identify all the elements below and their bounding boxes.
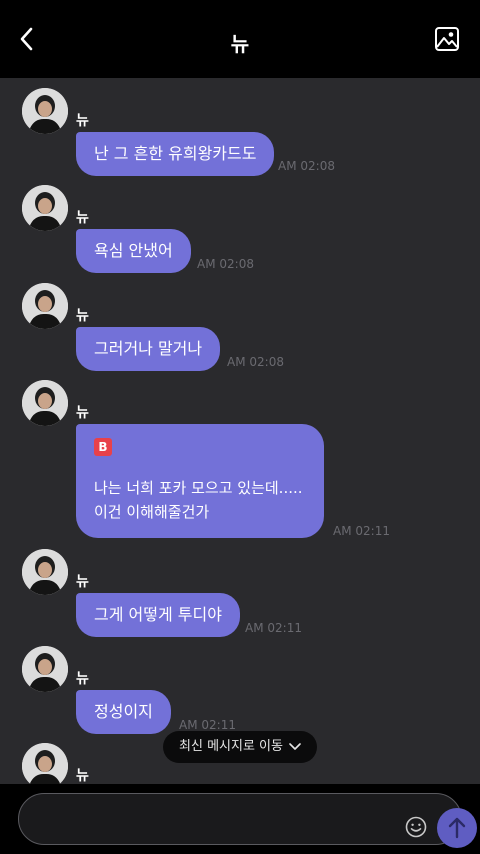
profile-photo-icon — [22, 185, 68, 231]
sender-name: 뉴 — [76, 768, 89, 784]
image-icon — [435, 27, 459, 51]
profile-photo-icon — [22, 88, 68, 134]
message-text: 욕심 안냈어 — [94, 241, 173, 260]
message-bubble[interactable]: 난 그 흔한 유희왕카드도 — [76, 132, 275, 176]
jump-to-latest-label: 최신 메시지로 이동 — [179, 739, 283, 754]
composer-box — [18, 793, 477, 848]
avatar[interactable] — [22, 380, 68, 426]
arrow-up-icon — [448, 817, 466, 839]
message-time: AM 02:11 — [179, 718, 236, 732]
message-time: AM 02:08 — [197, 257, 254, 271]
profile-photo-icon — [22, 549, 68, 595]
message-text: 정성이지 — [94, 702, 153, 721]
profile-photo-icon — [22, 283, 68, 329]
avatar[interactable] — [22, 185, 68, 231]
profile-photo-icon — [22, 646, 68, 692]
sender-name: 뉴 — [76, 113, 89, 129]
message-input[interactable] — [37, 808, 377, 832]
sender-name: 뉴 — [76, 405, 89, 421]
jump-to-latest-button[interactable]: 최신 메시지로 이동 — [163, 731, 317, 763]
avatar[interactable] — [22, 88, 68, 134]
sender-name: 뉴 — [76, 210, 89, 226]
message-bubble[interactable]: 욕심 안냈어 — [76, 229, 191, 273]
chat-screen: 뉴 뉴 난 그 흔한 유희왕카드도 AM 02:08 뉴 욕심 안냈어 AM 0… — [0, 0, 480, 854]
emoji-button[interactable] — [405, 816, 427, 838]
avatar[interactable] — [22, 549, 68, 595]
chat-title: 뉴 — [230, 32, 250, 56]
avatar[interactable] — [22, 283, 68, 329]
message-text: 난 그 흔한 유희왕카드도 — [94, 144, 257, 163]
message-bubble[interactable]: 그러거나 말거나 — [76, 327, 221, 371]
message-bubble[interactable]: 그게 어떻게 투디야 — [76, 593, 240, 637]
message-time: AM 02:08 — [278, 159, 335, 173]
gallery-button[interactable] — [434, 26, 460, 52]
message-text: 그러거나 말거나 — [94, 339, 203, 358]
send-button[interactable] — [437, 808, 477, 848]
sender-name: 뉴 — [76, 574, 89, 590]
avatar[interactable] — [22, 646, 68, 692]
composer-bar — [0, 784, 480, 854]
b-emoji-icon: B — [94, 438, 112, 456]
message-bubble[interactable]: 정성이지 — [76, 690, 171, 734]
profile-photo-icon — [22, 380, 68, 426]
profile-photo-icon — [22, 743, 68, 784]
message-text-line: 나는 너희 포카 모으고 있는데..... — [94, 479, 303, 497]
message-text-line: 이건 이해해줄건가 — [94, 503, 210, 521]
sender-name: 뉴 — [76, 671, 89, 687]
top-bar: 뉴 — [0, 0, 480, 78]
message-text: 그게 어떻게 투디야 — [94, 605, 222, 624]
message-time: AM 02:11 — [333, 524, 390, 538]
message-time: AM 02:08 — [227, 355, 284, 369]
message-time: AM 02:11 — [245, 621, 302, 635]
message-list[interactable]: 뉴 난 그 흔한 유희왕카드도 AM 02:08 뉴 욕심 안냈어 AM 02:… — [0, 78, 480, 784]
message-bubble[interactable]: B 나는 너희 포카 모으고 있는데..... 이건 이해해줄건가 — [76, 424, 324, 538]
avatar[interactable] — [22, 743, 68, 784]
sender-name: 뉴 — [76, 308, 89, 324]
smiley-icon — [405, 816, 427, 838]
chevron-down-icon — [289, 742, 301, 750]
